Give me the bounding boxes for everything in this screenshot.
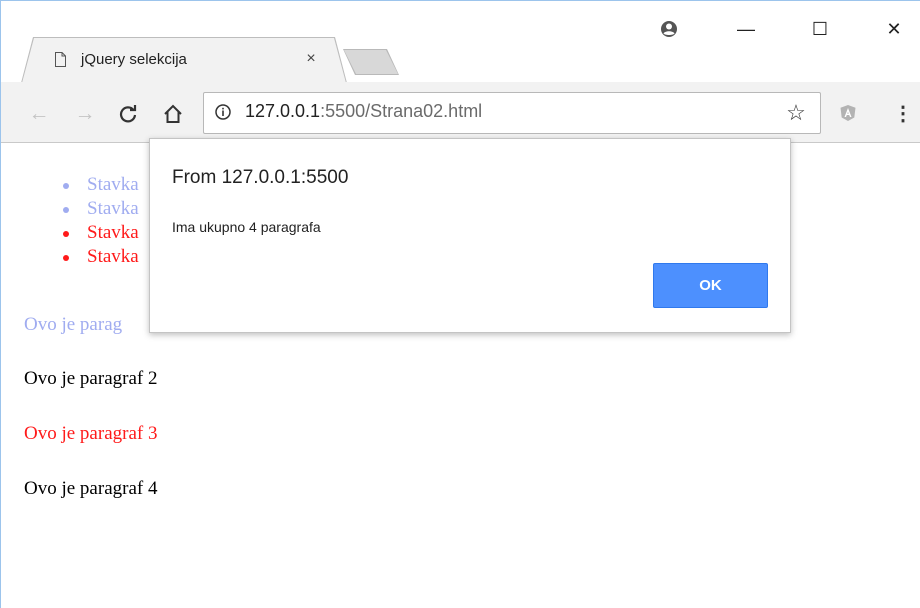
info-icon[interactable] (215, 104, 231, 120)
list-item: Stavka (61, 197, 139, 221)
paragraph-1: Ovo je parag (24, 314, 123, 335)
forward-arrow-icon[interactable]: → (73, 102, 97, 126)
home-icon[interactable] (161, 102, 185, 126)
bullet (63, 255, 69, 261)
back-arrow-icon[interactable]: ← (27, 102, 51, 126)
paragraph-2: Ovo je paragraf 2 (24, 368, 158, 389)
list-item: Stavka (61, 221, 139, 245)
bullet (63, 183, 69, 189)
reload-icon[interactable] (116, 102, 140, 126)
paragraph-4: Ovo je paragraf 4 (24, 478, 158, 499)
close-window-button[interactable]: ✕ (882, 17, 906, 41)
list-item-label: Stavka (87, 222, 139, 243)
dialog-title: From 127.0.0.1:5500 (172, 167, 349, 188)
tab-strip: jQuery selekcija × — ☐ ✕ (1, 1, 920, 82)
alert-dialog: From 127.0.0.1:5500 Ima ukupno 4 paragra… (149, 138, 791, 333)
list-item-label: Stavka (87, 174, 139, 195)
bookmark-star-icon[interactable]: ☆ (784, 101, 808, 125)
tab-title: jQuery selekcija (81, 51, 187, 68)
item-list: Stavka Stavka Stavka Stavka (61, 173, 139, 269)
bullet (63, 231, 69, 237)
angular-extension-icon[interactable] (839, 104, 857, 122)
paragraph-3: Ovo je paragraf 3 (24, 423, 158, 444)
tab-close-icon[interactable]: × (303, 51, 319, 67)
url-path: :5500/Strana02.html (320, 101, 483, 121)
list-item: Stavka (61, 245, 139, 269)
list-item-label: Stavka (87, 198, 139, 219)
browser-window: jQuery selekcija × — ☐ ✕ ← → 127.0.0.1:5… (0, 0, 920, 608)
dialog-message: Ima ukupno 4 paragrafa (172, 219, 321, 235)
maximize-button[interactable]: ☐ (808, 17, 832, 41)
list-item-label: Stavka (87, 246, 139, 267)
ok-button[interactable]: OK (653, 263, 768, 308)
minimize-button[interactable]: — (734, 17, 758, 41)
document-icon (55, 52, 66, 67)
list-item: Stavka (61, 173, 139, 197)
account-circle-icon[interactable] (657, 17, 681, 41)
menu-icon[interactable]: ⋮ (893, 102, 913, 126)
bullet (63, 207, 69, 213)
url-text[interactable]: 127.0.0.1:5500/Strana02.html (245, 101, 482, 122)
url-host: 127.0.0.1 (245, 101, 321, 121)
new-tab-button[interactable] (344, 50, 398, 74)
